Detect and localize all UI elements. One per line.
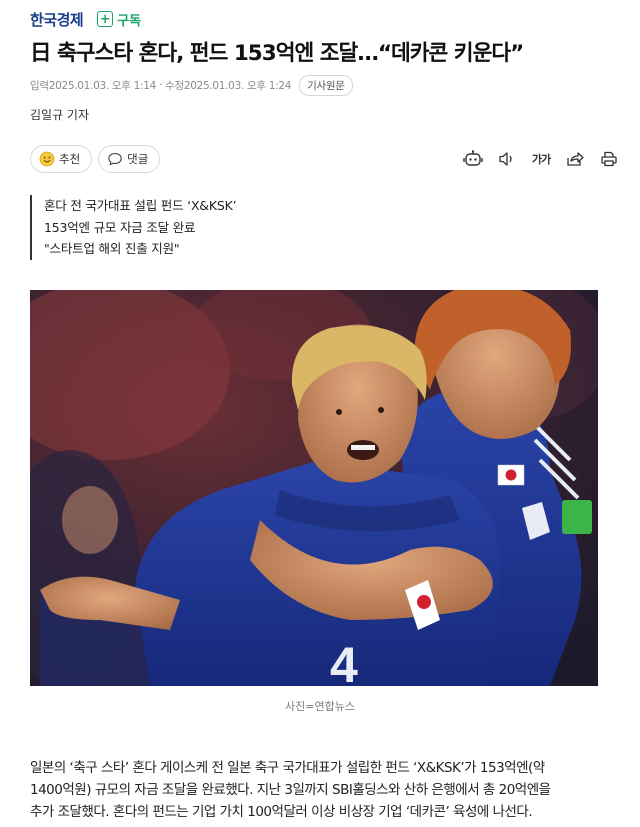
recommend-button[interactable]: 추천 [30,145,93,173]
print-button[interactable] [592,148,626,170]
recommend-label: 추천 [59,152,81,166]
modified-date: 수정2025.01.03. 오후 1:24 [165,79,292,92]
robot-summary-button[interactable] [456,148,490,170]
article-summary: 혼다 전 국가대표 설립 펀드 ‘X&KSK’ 153억엔 규모 자금 조달 완… [30,195,237,260]
article-body: 일본의 ‘축구 스타’ 혼다 게이스케 전 일본 축구 국가대표가 설립한 펀드… [30,757,630,823]
article-photo[interactable]: 4 [30,290,598,686]
font-size-icon: 가가 [531,153,551,166]
plus-icon: + [97,11,114,27]
original-article-button[interactable]: 기사원문 [299,74,353,96]
summary-line: 153억엔 규모 자금 조달 완료 [44,219,196,235]
press-logo[interactable]: 한국경제 [30,9,84,30]
subscribe-button[interactable]: + 구독 [97,10,141,29]
share-button[interactable] [558,148,592,170]
comment-label: 댓글 [127,152,149,166]
subscribe-label: 구독 [117,13,142,29]
speaker-icon [499,152,512,166]
share-icon [567,152,584,166]
robot-summary-icon [463,150,483,166]
comment-button[interactable]: 댓글 [98,145,161,173]
summary-line: 혼다 전 국가대표 설립 펀드 ‘X&KSK’ [44,198,237,213]
reaction-bar: 추천 댓글 [30,145,166,173]
body-line: 일본의 ‘축구 스타’ 혼다 게이스케 전 일본 축구 국가대표가 설립한 펀드… [30,760,545,776]
article-tools: 가가 [456,148,626,170]
top-bar: 한국경제 + 구독 [30,8,141,30]
body-line: 추가 조달했다. 혼다의 펀드는 기업 가치 100억달러 이상 비상장 기업 … [30,804,533,820]
input-date: 입력2025.01.03. 오후 1:14 [30,79,157,92]
reporter-byline[interactable]: 김일규 기자 [30,106,89,123]
date-separator: · [159,79,163,91]
font-size-button[interactable]: 가가 [524,148,558,170]
comment-icon [107,151,123,167]
article-headline: 日 축구스타 혼다, 펀드 153억엔 조달…“데카콘 키운다” [30,41,524,66]
article-dates: 입력2025.01.03. 오후 1:14 · 수정2025.01.03. 오후… [30,74,353,96]
jersey-number: 4 [330,637,358,686]
photo-caption: 사진=연합뉴스 [285,700,355,713]
summary-line: "스타트업 해외 진출 지원" [44,241,180,256]
print-icon [601,151,617,167]
listen-button[interactable] [490,148,524,170]
body-line: 1400억원) 규모의 자금 조달을 완료했다. 지난 3일까지 SBI홀딩스와… [30,782,551,798]
smile-icon [39,151,55,167]
